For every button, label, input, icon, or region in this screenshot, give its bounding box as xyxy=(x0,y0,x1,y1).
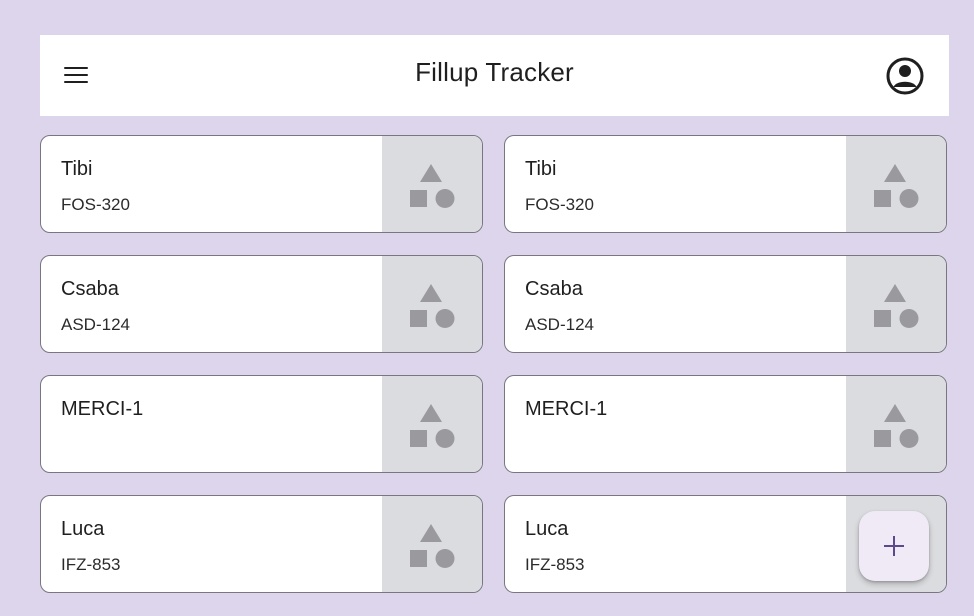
vehicle-name: Csaba xyxy=(61,278,119,300)
vehicle-name: MERCI-1 xyxy=(61,398,144,420)
vehicle-plate: FOS-320 xyxy=(525,195,594,214)
vehicle-plate: IFZ-853 xyxy=(61,555,121,574)
shapes-placeholder-icon xyxy=(410,404,455,448)
vehicle-name: Tibi xyxy=(525,158,557,180)
vehicle-name: Tibi xyxy=(61,158,93,180)
vehicle-thumbnail xyxy=(846,376,946,472)
vehicle-card[interactable]: Tibi FOS-320 xyxy=(40,135,483,233)
vehicle-plate: FOS-320 xyxy=(61,195,130,214)
vehicle-card[interactable]: Luca IFZ-853 xyxy=(40,495,483,593)
shapes-placeholder-icon xyxy=(410,164,455,208)
vehicle-thumbnail xyxy=(846,256,946,352)
vehicle-card[interactable]: MERCI-1 xyxy=(40,375,483,473)
vehicle-name: Luca xyxy=(525,518,569,540)
shapes-placeholder-icon xyxy=(410,284,455,328)
vehicle-card[interactable]: Csaba ASD-124 xyxy=(40,255,483,353)
account-circle-icon[interactable] xyxy=(885,56,925,96)
vehicle-name: MERCI-1 xyxy=(525,398,608,420)
vehicle-plate: ASD-124 xyxy=(525,315,594,334)
vehicle-thumbnail xyxy=(382,256,482,352)
vehicle-name: Luca xyxy=(61,518,105,540)
vehicle-name: Csaba xyxy=(525,278,583,300)
shapes-placeholder-icon xyxy=(874,404,919,448)
vehicle-thumbnail xyxy=(382,136,482,232)
shapes-placeholder-icon xyxy=(874,164,919,208)
vehicle-thumbnail xyxy=(382,496,482,592)
shapes-placeholder-icon xyxy=(874,284,919,328)
top-app-bar: Fillup Tracker xyxy=(40,35,949,116)
page-title: Fillup Tracker xyxy=(415,57,574,87)
shapes-placeholder-icon xyxy=(410,524,455,568)
add-vehicle-button[interactable] xyxy=(859,511,929,581)
vehicle-plate: IFZ-853 xyxy=(525,555,585,574)
vehicle-card[interactable]: MERCI-1 xyxy=(504,375,947,473)
vehicle-thumbnail xyxy=(382,376,482,472)
vehicle-card[interactable]: Tibi FOS-320 xyxy=(504,135,947,233)
vehicle-card[interactable]: Csaba ASD-124 xyxy=(504,255,947,353)
vehicle-plate: ASD-124 xyxy=(61,315,130,334)
vehicle-thumbnail xyxy=(846,136,946,232)
